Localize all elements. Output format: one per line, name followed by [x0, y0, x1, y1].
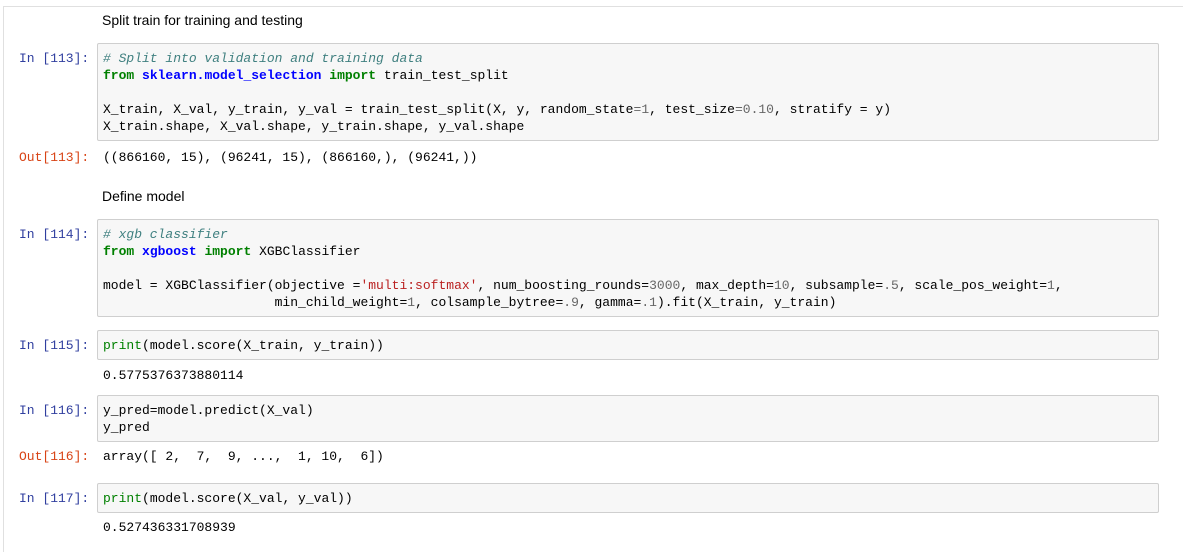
import-name: train_test_split	[376, 68, 509, 83]
code-116[interactable]: y_pred=model.predict(X_val) y_pred	[103, 402, 314, 436]
output-113: ((866160, 15), (96241, 15), (866160,), (…	[103, 150, 478, 165]
number: 3000	[649, 278, 681, 293]
code-text: min_child_weight=	[103, 295, 408, 310]
code-text: model = XGBClassifier(objective =	[103, 278, 361, 293]
code-117[interactable]: print(model.score(X_val, y_val))	[103, 490, 353, 507]
output-prompt-116: Out[116]:	[19, 449, 90, 464]
code-text: , test_size	[649, 102, 735, 117]
string-literal: 'multi:softmax'	[360, 278, 478, 293]
code-text: , scale_pos_weight=	[898, 278, 1048, 293]
keyword-from: from	[103, 68, 135, 83]
number: 1	[1047, 278, 1055, 293]
markdown-cell-define-model: Define model	[102, 188, 185, 204]
input-prompt-115: In [115]:	[19, 338, 90, 353]
number: 10	[773, 278, 790, 293]
input-prompt-114: In [114]:	[19, 227, 90, 242]
module-name: xgboost	[142, 244, 197, 259]
code-text: X_train.shape, X_val.shape, y_train.shap…	[103, 119, 525, 134]
code-text: (model.score(X_train, y_train))	[142, 338, 384, 353]
output-117: 0.527436331708939	[103, 520, 236, 535]
code-text: y_pred=model.predict(X_val)	[103, 403, 314, 418]
code-text: (model.score(X_val, y_val))	[142, 491, 353, 506]
module-name: sklearn.model_selection	[142, 68, 322, 83]
keyword-import: import	[329, 68, 377, 83]
code-text: y_pred	[103, 420, 150, 435]
code-text: , max_depth=	[680, 278, 774, 293]
code-115[interactable]: print(model.score(X_train, y_train))	[103, 337, 384, 354]
code-text: , gamma=	[578, 295, 642, 310]
code-comment: # xgb classifier	[103, 227, 228, 242]
code-text: X_train, X_val, y_train, y_val = train_t…	[103, 102, 634, 117]
code-text: , subsample=	[789, 278, 884, 293]
input-prompt-116: In [116]:	[19, 403, 90, 418]
code-text: , stratify = y)	[773, 102, 892, 117]
number: 1	[407, 295, 416, 310]
code-text: ).fit(X_train, y_train)	[656, 295, 837, 310]
number: .5	[883, 278, 899, 293]
output-115: 0.5775376373880114	[103, 368, 244, 383]
import-name: XGBClassifier	[251, 244, 361, 259]
operator: =	[734, 102, 743, 117]
code-text: ,	[1054, 278, 1063, 293]
code-114[interactable]: # xgb classifier from xgboost import XGB…	[103, 226, 1063, 311]
number: .9	[563, 295, 579, 310]
input-prompt-113: In [113]:	[19, 51, 90, 66]
markdown-cell-split: Split train for training and testing	[102, 12, 303, 28]
code-text: , colsample_bytree=	[415, 295, 564, 310]
code-text: , num_boosting_rounds=	[477, 278, 650, 293]
input-prompt-117: In [117]:	[19, 491, 90, 506]
code-comment: # Split into validation and training dat…	[103, 51, 423, 66]
number: .1	[641, 295, 657, 310]
output-prompt-113: Out[113]:	[19, 150, 90, 165]
builtin-print: print	[103, 491, 143, 506]
output-116: array([ 2, 7, 9, ..., 1, 10, 6])	[103, 449, 384, 464]
number: 1	[641, 102, 650, 117]
code-113[interactable]: # Split into validation and training dat…	[103, 50, 891, 135]
keyword-import: import	[204, 244, 252, 259]
keyword-from: from	[103, 244, 135, 259]
number: 0.10	[742, 102, 774, 117]
builtin-print: print	[103, 338, 143, 353]
